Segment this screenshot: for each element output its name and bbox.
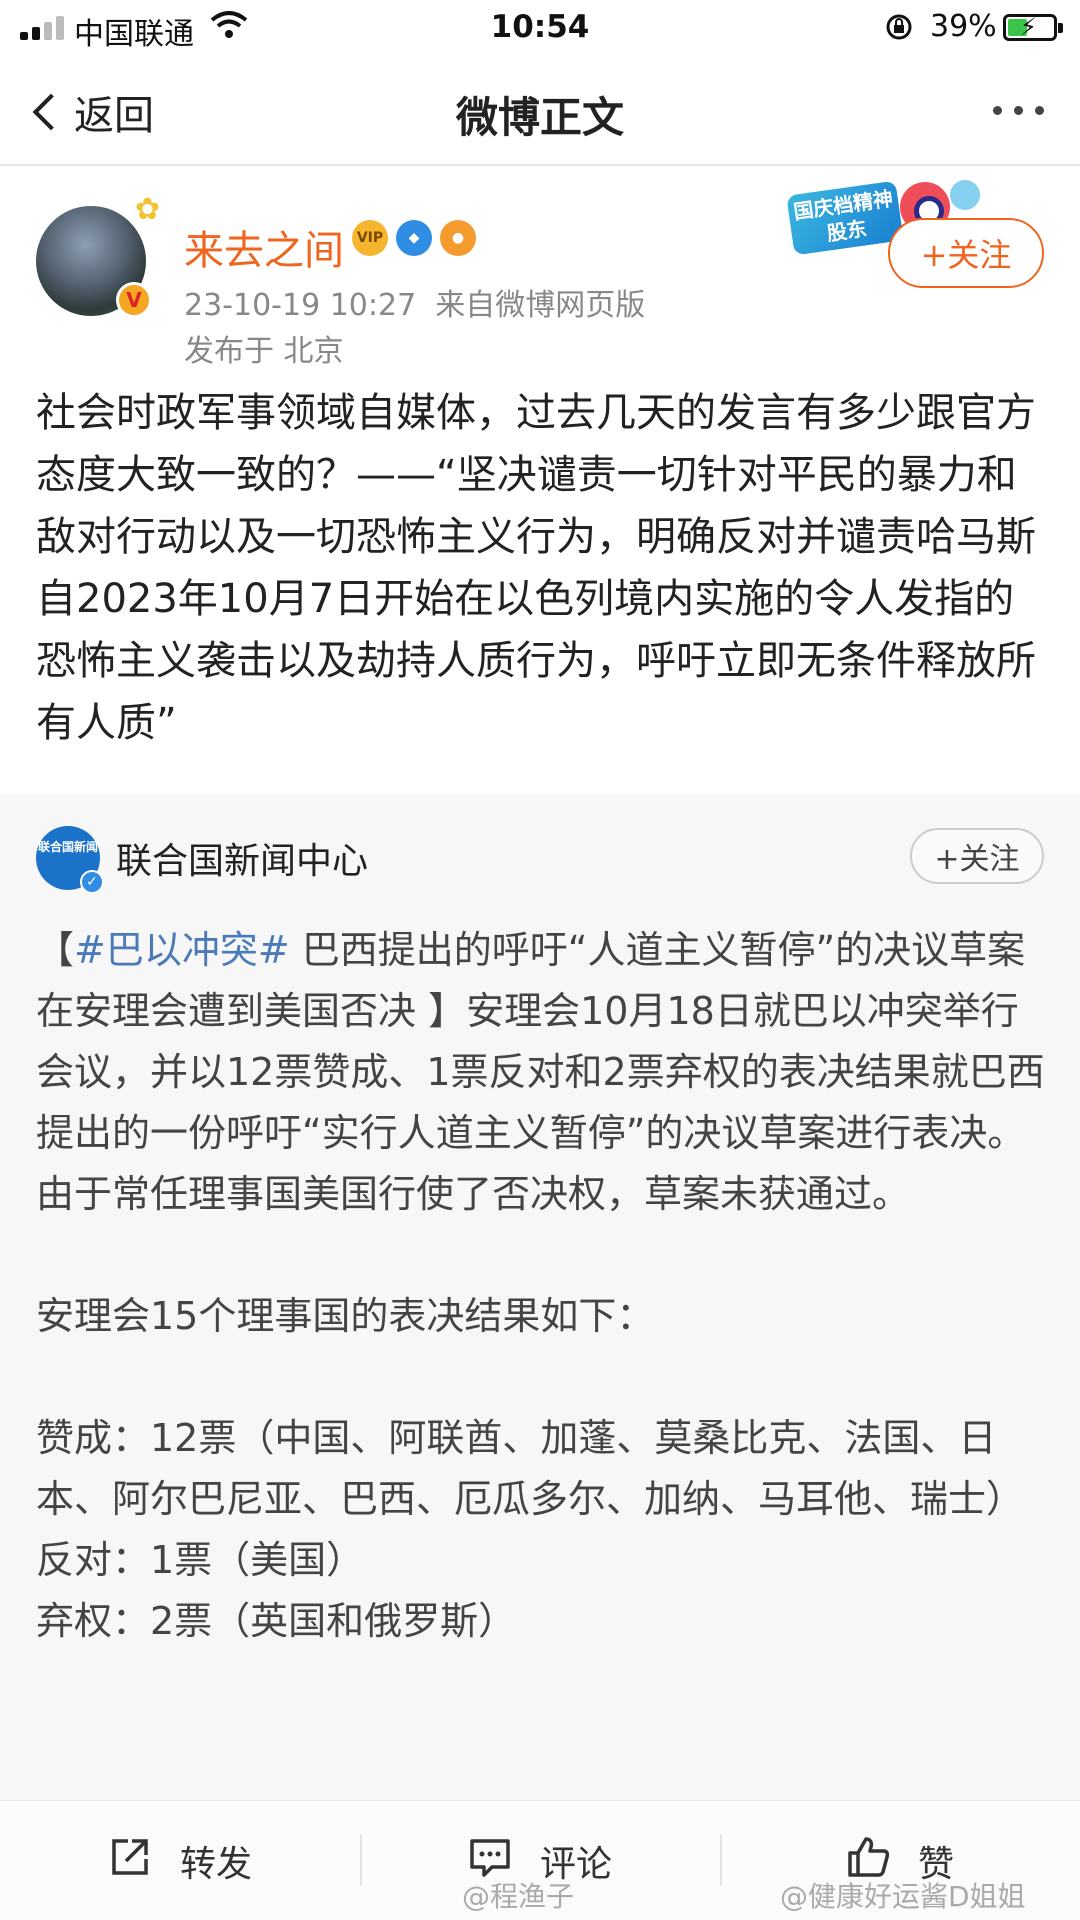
repost-paragraph: 【#巴以冲突# 巴西提出的呼吁“人道主义暂停”的决议草案在安理会遭到美国否决 】… [36,920,1052,1225]
repost-text: 【#巴以冲突# 巴西提出的呼吁“人道主义暂停”的决议草案在安理会遭到美国否决 】… [36,920,1052,1652]
nav-bar: 返回 微博正文 [0,56,1080,166]
shield-badge-icon[interactable]: ◆ [396,220,432,256]
status-bar: 中国联通 10:54 39% ⚡ [0,0,1080,56]
vote-for: 赞成：12票（中国、阿联酋、加蓬、莫桑比克、法国、日本、阿尔巴尼亚、巴西、厄瓜多… [36,1416,1025,1521]
more-options-icon[interactable] [993,106,1044,115]
post-location: 发布于 北京 [184,334,344,369]
repost-author-name[interactable]: 联合国新闻中心 [116,832,368,884]
battery-percent: 39% [930,9,997,44]
reposted-card[interactable]: 联合国新闻 ✓ 联合国新闻中心 +关注 【#巴以冲突# 巴西提出的呼吁“人道主义… [0,794,1080,1800]
author-name[interactable]: 来去之间 [184,218,344,276]
rotation-lock-icon [884,12,914,50]
repost-avatar-text: 联合国新闻 [37,840,98,854]
watermark-1: @程渔子 [462,1880,575,1913]
repost-label: 转发 [179,1844,252,1885]
vote-abstain: 弃权：2票（英国和俄罗斯） [36,1599,517,1643]
post-header: ✿ V 来去之间 VIP ◆ ● 23-10-19 10:27 来自微博网页版 … [0,166,1080,376]
page-title: 微博正文 [455,93,624,142]
verified-icon: V [116,282,152,318]
post-timestamp: 23-10-19 10:27 [184,288,417,323]
promo-label: 国庆档精神股东 [786,180,904,256]
repost-button[interactable]: 转发 [0,1801,360,1920]
vote-intro: 安理会15个理事国的表决结果如下： [36,1294,655,1338]
post-meta: 23-10-19 10:27 来自微博网页版 [184,280,645,324]
bottom-toolbar: 转发 评论 赞 @程渔子 @健康好运酱D姐姐 [0,1800,1080,1920]
share-icon [108,1835,152,1888]
follow-button[interactable]: +关注 [888,218,1044,288]
repost-avatar[interactable]: 联合国新闻 ✓ [36,826,104,894]
fish-badge-icon[interactable]: ● [440,220,476,256]
avatar[interactable]: ✿ V [36,192,160,318]
vote-against: 反对：1票（美国） [36,1538,365,1582]
clock-time: 10:54 [490,9,590,45]
watermark-2: @健康好运酱D姐姐 [780,1880,1026,1913]
battery-icon: ⚡ [1003,13,1063,41]
hashtag-link[interactable]: #巴以冲突# [74,928,290,972]
repost-follow-button[interactable]: +关注 [910,828,1044,884]
bubble-icon [950,180,980,210]
bracket-open: 【 [36,928,75,972]
post-source: 来自微博网页版 [435,288,646,323]
post-text: 社会时政军事领域自媒体，过去几天的发言有多少跟官方态度大致一致的？——“坚决谴责… [36,390,1036,746]
flower-icon: ✿ [134,192,160,227]
vip-badge-icon[interactable]: VIP [352,220,388,256]
badge-row: VIP ◆ ● [352,220,476,256]
verified-icon: ✓ [80,870,104,894]
